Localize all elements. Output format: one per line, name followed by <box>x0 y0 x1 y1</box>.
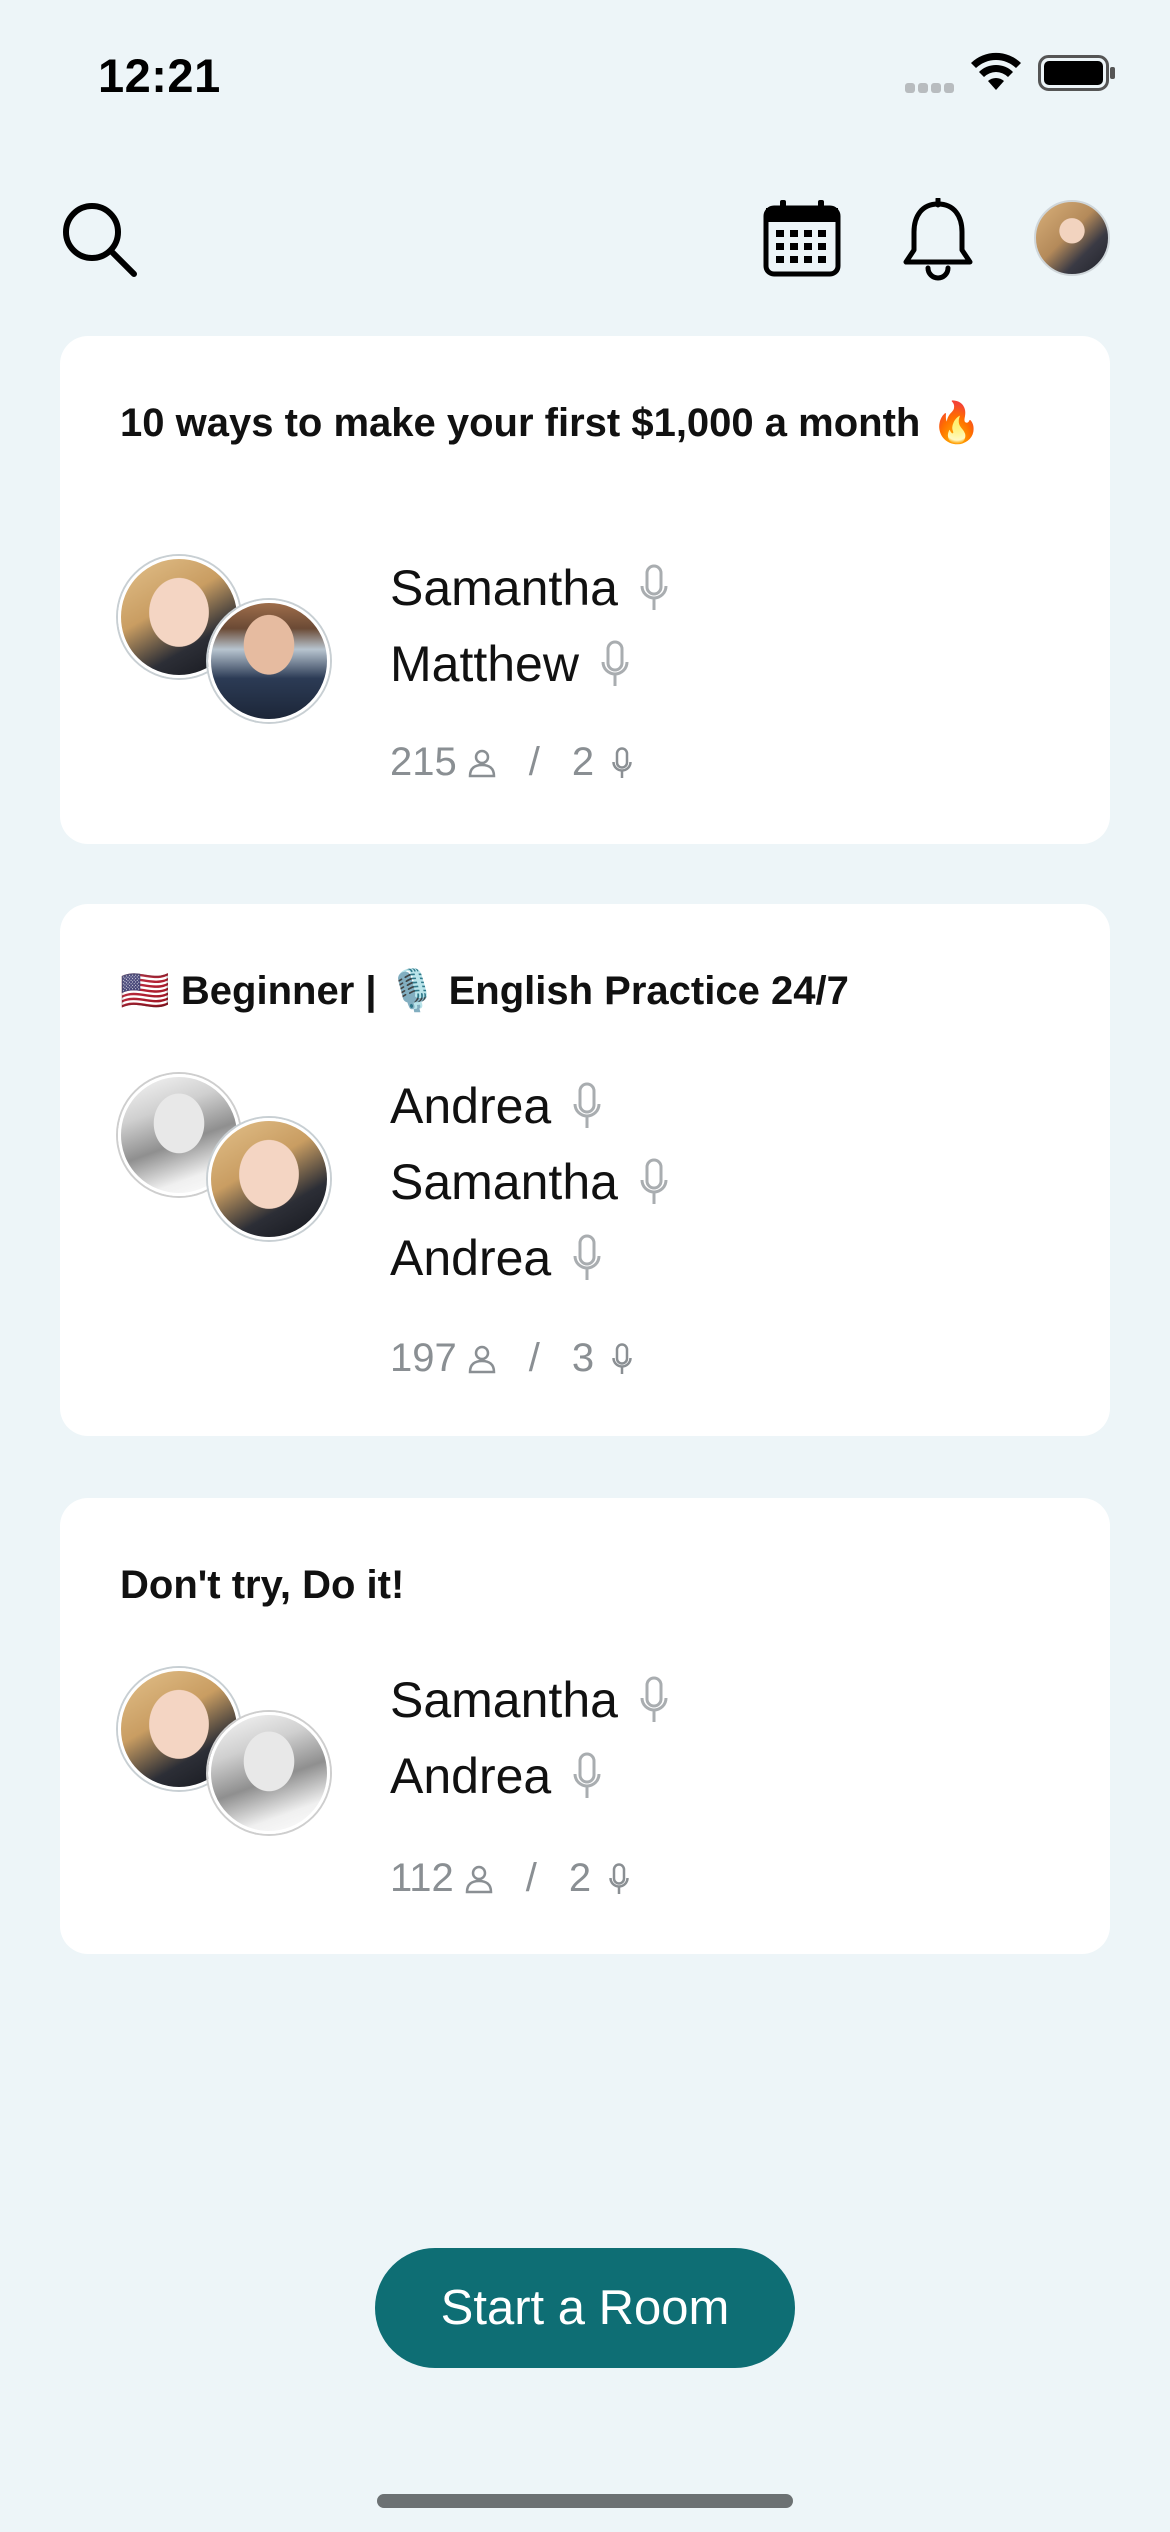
speaker-avatars <box>118 556 338 736</box>
room-title: 🇺🇸 Beginner | 🎙️ English Practice 24/7 <box>120 969 849 1013</box>
stats-separator: / <box>528 740 540 784</box>
top-nav <box>0 190 1170 290</box>
room-stats: 197 / 3 <box>390 1336 632 1381</box>
start-room-button[interactable]: Start a Room <box>375 2248 795 2368</box>
speaker-name: Andrea <box>390 1078 552 1134</box>
room-card[interactable]: 🇺🇸 Beginner | 🎙️ English Practice 24/7 A… <box>60 904 1110 1436</box>
status-time: 12:21 <box>98 49 221 102</box>
stats-separator: / <box>525 1856 537 1900</box>
person-icon <box>467 1344 497 1374</box>
speaker-name: Samantha <box>390 1154 618 1210</box>
room-title: 10 ways to make your first $1,000 a mont… <box>120 401 982 445</box>
room-card[interactable]: Don't try, Do it! Samantha Andrea 112 / … <box>60 1498 1110 1954</box>
speaker-count: 2 <box>568 1856 592 1900</box>
speaker-list: Andrea Samantha Andrea <box>390 1068 668 1296</box>
speaker-row: Andrea <box>390 1220 668 1296</box>
speaker-avatars <box>118 1074 338 1254</box>
microphone-icon <box>573 1082 601 1130</box>
microphone-icon <box>609 1862 629 1895</box>
speaker-count: 2 <box>571 740 595 784</box>
room-title: Don't try, Do it! <box>120 1563 405 1607</box>
bell-icon[interactable] <box>900 196 976 282</box>
speaker-row: Andrea <box>390 1738 668 1814</box>
speaker-name: Matthew <box>390 636 579 692</box>
microphone-icon <box>640 564 668 612</box>
listener-count: 215 <box>390 740 457 784</box>
microphone-icon <box>612 746 632 779</box>
listener-count: 197 <box>390 1336 457 1380</box>
speaker-avatars <box>118 1668 338 1848</box>
speaker-row: Samantha <box>390 1662 668 1738</box>
microphone-icon <box>640 1676 668 1724</box>
speaker-row: Samantha <box>390 550 668 626</box>
avatar <box>208 1118 330 1240</box>
microphone-icon <box>573 1752 601 1800</box>
wifi-icon <box>970 52 1022 97</box>
listener-count: 112 <box>390 1856 454 1900</box>
microphone-icon <box>640 1158 668 1206</box>
microphone-icon <box>573 1234 601 1282</box>
speaker-list: Samantha Matthew <box>390 550 668 702</box>
cellular-signal-icon <box>905 80 957 93</box>
speaker-row: Andrea <box>390 1068 668 1144</box>
speaker-name: Andrea <box>390 1230 552 1286</box>
microphone-icon <box>601 640 629 688</box>
speaker-count: 3 <box>571 1336 595 1380</box>
status-bar: 12:21 <box>0 0 1170 150</box>
speaker-name: Samantha <box>390 1672 618 1728</box>
speaker-row: Samantha <box>390 1144 668 1220</box>
room-stats: 215 / 2 <box>390 740 632 785</box>
room-card[interactable]: 10 ways to make your first $1,000 a mont… <box>60 336 1110 844</box>
microphone-icon <box>612 1342 632 1375</box>
speaker-name: Samantha <box>390 560 618 616</box>
avatar <box>208 600 330 722</box>
speaker-row: Matthew <box>390 626 668 702</box>
calendar-icon[interactable] <box>762 198 842 278</box>
speaker-name: Andrea <box>390 1748 552 1804</box>
profile-avatar[interactable] <box>1034 200 1110 276</box>
speaker-list: Samantha Andrea <box>390 1662 668 1814</box>
room-stats: 112 / 2 <box>390 1856 629 1901</box>
person-icon <box>464 1864 494 1894</box>
avatar <box>208 1712 330 1834</box>
search-icon[interactable] <box>58 198 142 282</box>
person-icon <box>467 748 497 778</box>
home-indicator[interactable] <box>377 2494 793 2508</box>
battery-icon <box>1038 55 1116 96</box>
stats-separator: / <box>528 1336 540 1380</box>
